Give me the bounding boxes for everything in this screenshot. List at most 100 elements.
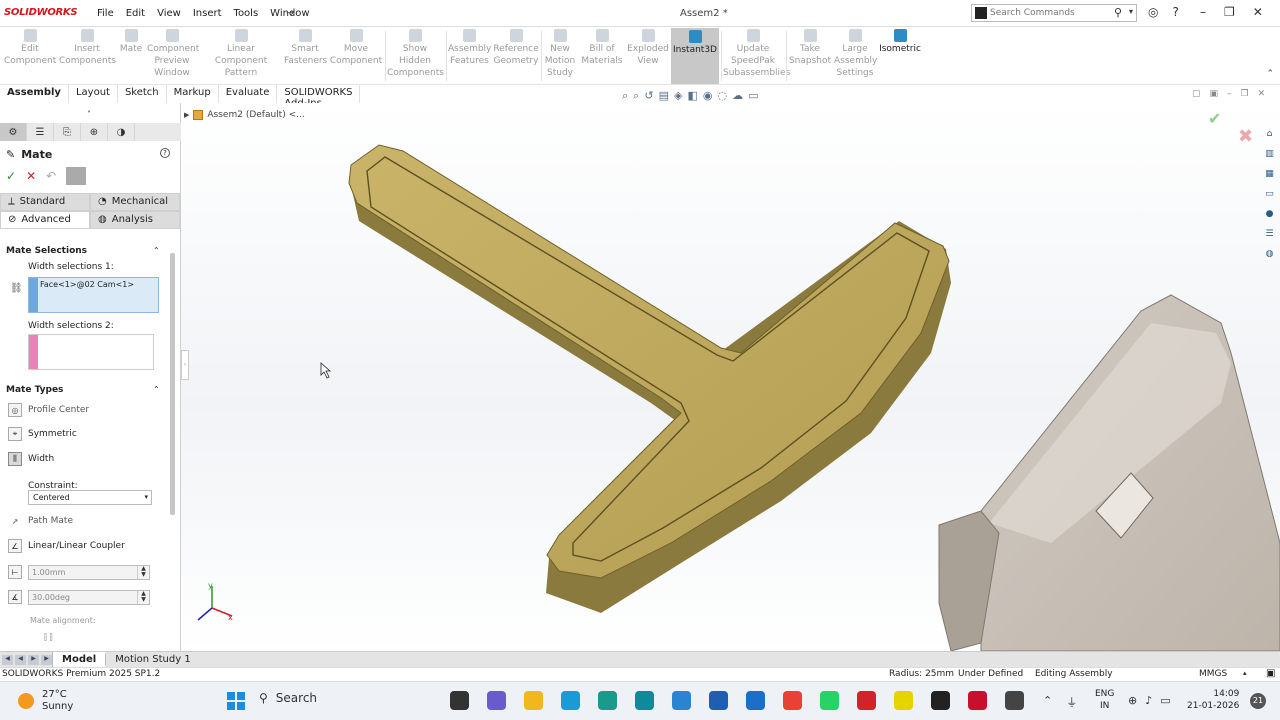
smart-fasteners-button[interactable]: Smart Fasteners (284, 29, 327, 67)
expand-arrow-icon[interactable]: ▶ (184, 111, 189, 119)
language-indicator[interactable]: ENG IN (1095, 688, 1114, 712)
profile-center-mate[interactable]: ◎ Profile Center (8, 403, 89, 417)
instant3d-button[interactable]: Instant3D (671, 28, 719, 84)
notification-badge[interactable]: 21 (1250, 693, 1266, 709)
last-tab-icon[interactable]: ▶ (41, 654, 52, 665)
settings-app-icon[interactable] (672, 691, 691, 710)
system-clock[interactable]: 14:09 21-01-2026 (1187, 688, 1239, 712)
mate-button[interactable]: Mate (117, 29, 145, 55)
tab-evaluate[interactable]: Evaluate (219, 85, 278, 103)
display-style-icon[interactable]: ◧ (687, 89, 697, 103)
appearances-icon[interactable]: ● (1264, 208, 1276, 220)
spinner-icon[interactable]: ▲ ▼ (137, 566, 149, 579)
exploded-view-button[interactable]: Exploded View (627, 29, 669, 67)
anydesk-icon[interactable] (857, 691, 876, 710)
zoom-area-icon[interactable]: ⌕ (633, 89, 639, 103)
display-manager-tab[interactable]: ◑ (108, 123, 135, 141)
tab-analysis[interactable]: ◍ Analysis (90, 211, 180, 229)
assembly-name[interactable]: Assem2 (Default) <... (207, 110, 304, 120)
help-icon[interactable]: ? (160, 148, 170, 158)
tile-icon[interactable]: ▢ (1192, 89, 1201, 99)
tab-sketch[interactable]: Sketch (118, 85, 167, 103)
ok-button[interactable]: ✓ (6, 169, 16, 183)
edge-browser-icon[interactable] (561, 691, 580, 710)
microphone-icon[interactable]: ⏚ (1066, 694, 1077, 710)
excel-viewer-icon[interactable] (894, 691, 913, 710)
whatsapp-icon[interactable] (820, 691, 839, 710)
assembly-features-button[interactable]: Assembly Features (448, 29, 491, 67)
prev-tab-icon[interactable]: ◀ (15, 654, 26, 665)
cancel-button[interactable]: ✕ (26, 169, 36, 183)
lens-app-icon[interactable] (598, 691, 617, 710)
first-tab-icon[interactable]: ◀ (2, 654, 13, 665)
chevron-up-icon[interactable]: ▴ (1243, 669, 1247, 677)
chevron-down-icon[interactable]: ▾ (1129, 7, 1133, 16)
model-view[interactable] (181, 103, 1280, 651)
previous-view-icon[interactable]: ↺ (644, 89, 653, 103)
apply-scene-icon[interactable]: ☁ (732, 89, 743, 103)
view-minimize-icon[interactable]: – (1227, 89, 1232, 99)
angle-input[interactable]: 30.00deg ▲ ▼ (28, 590, 150, 605)
system-tray-overflow[interactable]: ⌃ ⏚ (1043, 694, 1077, 710)
panel-grip-icon[interactable]: • (87, 108, 91, 116)
alignment-buttons[interactable]: ⫿ ⫿ (44, 633, 53, 643)
design-app-icon[interactable] (931, 691, 950, 710)
menu-file[interactable]: File (97, 8, 114, 19)
help-icon[interactable]: ? (1172, 5, 1178, 19)
resources-icon[interactable]: ▥ (1264, 148, 1276, 160)
store-app-icon[interactable] (746, 691, 765, 710)
tab-standard[interactable]: ⟂ Standard (0, 193, 90, 211)
symmetric-mate[interactable]: ⌖ Symmetric (8, 427, 77, 441)
distance-input[interactable]: 1.00mm ▲ ▼ (28, 565, 150, 580)
edit-appearance-icon[interactable]: ◌ (717, 89, 727, 103)
cam-part[interactable] (348, 144, 951, 613)
dimxpert-manager-tab[interactable]: ⊕ (81, 123, 108, 141)
feature-manager-tab[interactable]: ⚙ (0, 123, 27, 141)
menu-insert[interactable]: Insert (193, 8, 222, 19)
width-selections-2-box[interactable] (28, 334, 154, 370)
custom-properties-icon[interactable]: ☰ (1264, 228, 1276, 240)
spinner-icon[interactable]: ▲ ▼ (137, 591, 149, 604)
collapse-ribbon-icon[interactable]: ⌃ (1266, 69, 1274, 79)
file-explorer-icon[interactable]: ▭ (1264, 188, 1276, 200)
large-assembly-settings-button[interactable]: Large Assembly Settings (834, 29, 877, 79)
property-manager-tab[interactable]: ☰ (27, 123, 54, 141)
undo-button[interactable]: ↶ (46, 169, 56, 183)
bracket-part[interactable] (938, 294, 1280, 651)
volume-icon[interactable]: ♪ (1145, 694, 1152, 707)
constraint-select[interactable]: Centered ▾ (28, 490, 152, 505)
taskbar-search[interactable]: ⚲ Search (259, 691, 317, 705)
show-hidden-components-button[interactable]: Show Hidden Components (387, 29, 444, 79)
weather-widget[interactable]: 27°C Sunny (18, 689, 73, 713)
chevron-up-icon[interactable]: ⌃ (1043, 694, 1052, 710)
isometric-button[interactable]: Isometric (879, 29, 921, 55)
move-component-button[interactable]: Move Component (329, 29, 383, 67)
collapse-icon[interactable]: ⌃ (153, 246, 160, 255)
width-mate[interactable]: ⫼ Width (8, 452, 54, 466)
close-icon[interactable]: ✕ (1253, 5, 1263, 19)
minimize-icon[interactable]: – (1200, 5, 1206, 19)
split-icon[interactable]: ▣ (1210, 89, 1219, 99)
tab-model[interactable]: Model (52, 651, 106, 668)
tab-layout[interactable]: Layout (69, 85, 118, 103)
graphics-area[interactable] (181, 103, 1280, 651)
task-view-icon[interactable] (450, 691, 469, 710)
start-button[interactable] (227, 692, 245, 710)
unit-system[interactable]: MMGS (1199, 669, 1227, 679)
view-close-icon[interactable]: ✕ (1258, 89, 1266, 99)
network-icon[interactable]: ⊕ (1128, 694, 1137, 707)
take-snapshot-button[interactable]: Take Snapshot (788, 29, 832, 67)
hide-show-icon[interactable]: ◉ (703, 89, 713, 103)
component-preview-window-button[interactable]: Component Preview Window (147, 29, 199, 79)
calculator-app-icon[interactable] (709, 691, 728, 710)
configuration-manager-tab[interactable]: ⎘ (54, 123, 81, 141)
tab-markup[interactable]: Markup (167, 85, 219, 103)
tab-advanced[interactable]: ⊘ Advanced (0, 211, 90, 229)
panel-scrollbar[interactable] (170, 253, 175, 515)
tab-addins[interactable]: SOLIDWORKS Add-Ins (277, 85, 361, 109)
update-speedpak-button[interactable]: Update SpeedPak Subassemblies (723, 29, 790, 79)
collapse-icon[interactable]: ⌃ (153, 385, 160, 394)
chat-app-icon[interactable] (487, 691, 506, 710)
feature-tree-flyout[interactable]: ▶ Assem2 (Default) <... (184, 110, 305, 120)
next-tab-icon[interactable]: ▶ (28, 654, 39, 665)
